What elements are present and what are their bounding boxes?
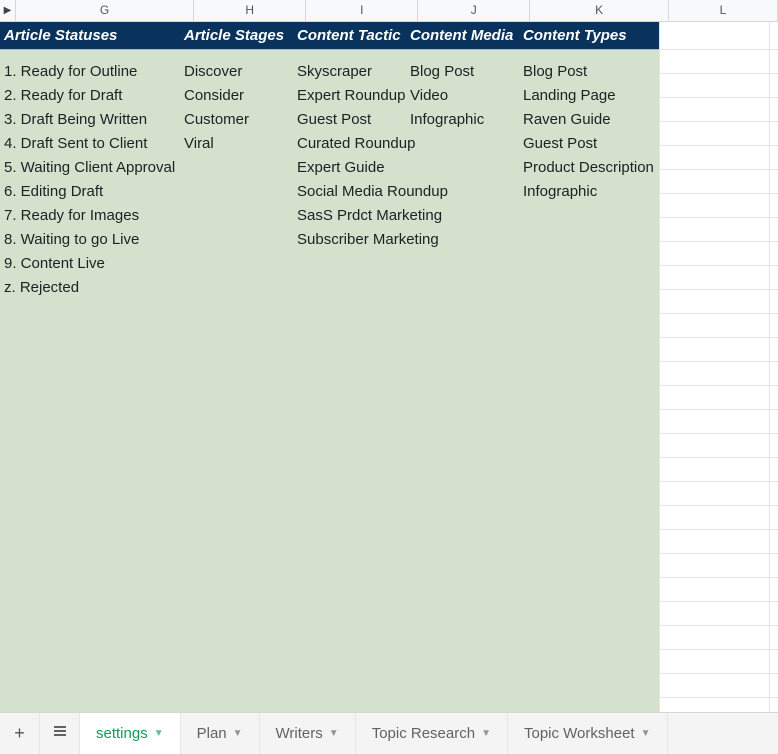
cell[interactable]: Guest Post (519, 132, 669, 156)
chevron-down-icon: ▼ (329, 728, 339, 739)
sheet-tab-writers[interactable]: Writers ▼ (260, 713, 356, 754)
menu-icon (52, 723, 68, 744)
chevron-down-icon: ▼ (481, 728, 491, 739)
cell[interactable]: z. Rejected (0, 276, 210, 300)
cell[interactable]: 4. Draft Sent to Client (0, 132, 210, 156)
cell[interactable]: Infographic (519, 180, 669, 204)
cell[interactable]: 9. Content Live (0, 252, 210, 276)
cell[interactable]: Consider (180, 84, 293, 108)
chevron-down-icon: ▼ (641, 728, 651, 739)
column-header-H[interactable]: H (194, 0, 306, 21)
sheet-tab-bar: + settings ▼ Plan ▼ Writers ▼ Topic Rese… (0, 712, 778, 754)
sheet-tab-label: Topic Worksheet (524, 725, 635, 742)
chevron-down-icon: ▼ (154, 728, 164, 739)
sheet-tab-label: Topic Research (372, 725, 475, 742)
cell[interactable]: 5. Waiting Client Approval (0, 156, 210, 180)
cell[interactable]: Viral (180, 132, 293, 156)
column-header-K[interactable]: K (530, 0, 669, 21)
cell[interactable]: Raven Guide (519, 108, 669, 132)
cell[interactable]: Video (406, 84, 519, 108)
cell[interactable]: Curated Roundup (293, 132, 453, 156)
scroll-columns-right[interactable]: ▶ (0, 0, 16, 21)
cell[interactable]: Blog Post (519, 60, 669, 84)
sheet-tab-label: Writers (276, 725, 323, 742)
chevron-down-icon: ▼ (233, 728, 243, 739)
column-header-bar: ▶ G H I J K L (0, 0, 778, 22)
active-row-highlight (0, 49, 659, 50)
all-sheets-button[interactable] (40, 713, 80, 754)
add-sheet-button[interactable]: + (0, 713, 40, 754)
table-header-row: Article Statuses Article Stages Content … (0, 22, 659, 49)
sheet-tab-plan[interactable]: Plan ▼ (181, 713, 260, 754)
cell[interactable]: Customer (180, 108, 293, 132)
cell[interactable]: 2. Ready for Draft (0, 84, 210, 108)
cell[interactable]: Product Description (519, 156, 669, 180)
cell[interactable]: Infographic (406, 108, 519, 132)
plus-icon: + (14, 723, 25, 744)
cell[interactable]: Discover (180, 60, 293, 84)
header-content-tactic: Content Tactic (293, 27, 406, 44)
sheet-tab-topic-worksheet[interactable]: Topic Worksheet ▼ (508, 713, 668, 754)
column-header-I[interactable]: I (306, 0, 418, 21)
cell[interactable]: 3. Draft Being Written (0, 108, 210, 132)
cell[interactable]: SasS Prdct Marketing (293, 204, 453, 228)
sheet-tab-topic-research[interactable]: Topic Research ▼ (356, 713, 508, 754)
header-content-media: Content Media (406, 27, 519, 44)
header-article-stages: Article Stages (180, 27, 293, 44)
cell[interactable]: Subscriber Marketing (293, 228, 453, 252)
cell[interactable]: Social Media Roundup (293, 180, 453, 204)
column-header-L[interactable]: L (669, 0, 778, 21)
sheet-tab-label: settings (96, 725, 148, 742)
header-content-types: Content Types (519, 27, 659, 44)
cell[interactable]: Expert Guide (293, 156, 453, 180)
cell[interactable]: Landing Page (519, 84, 669, 108)
cell[interactable]: 8. Waiting to go Live (0, 228, 210, 252)
sheet-tab-label: Plan (197, 725, 227, 742)
cell[interactable]: 7. Ready for Images (0, 204, 210, 228)
column-header-G[interactable]: G (16, 0, 194, 21)
sheet-tab-settings[interactable]: settings ▼ (80, 713, 181, 754)
cell[interactable]: 6. Editing Draft (0, 180, 210, 204)
cell[interactable]: Blog Post (406, 60, 519, 84)
header-article-statuses: Article Statuses (0, 27, 180, 44)
cell[interactable]: 1. Ready for Outline (0, 60, 210, 84)
column-header-J[interactable]: J (418, 0, 530, 21)
spreadsheet-grid[interactable]: Article Statuses Article Stages Content … (0, 22, 778, 712)
